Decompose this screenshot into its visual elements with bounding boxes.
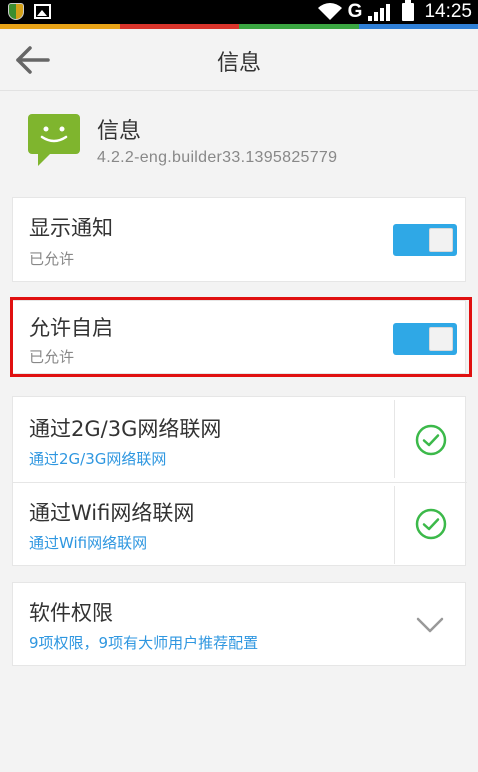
mobile-network-subtitle: 通过2G/3G网络联网 [29,450,167,468]
network-access-card: 通过2G/3G网络联网 通过2G/3G网络联网 通过Wifi网络联网 通过Wif… [12,396,467,567]
app-info: 信息 4.2.2-eng.builder33.1395825779 [0,92,478,188]
toggle-knob [429,228,453,252]
app-name: 信息 [97,119,142,144]
messaging-app-icon [28,114,80,166]
show-notification-status: 已允许 [29,250,75,268]
mobile-network-row[interactable]: 通过2G/3G网络联网 通过2G/3G网络联网 [13,397,467,482]
status-bar: G 14:25 [0,0,478,24]
wifi-network-row[interactable]: 通过Wifi网络联网 通过Wifi网络联网 [13,483,467,567]
show-notification-row[interactable]: 显示通知 已允许 [12,197,466,282]
wifi-network-subtitle: 通过Wifi网络联网 [29,534,148,552]
network-type-label: G [347,1,363,22]
status-time: 14:25 [424,1,472,22]
image-notification-icon [34,4,51,19]
wifi-icon [317,3,342,21]
software-permissions-row[interactable]: 软件权限 9项权限，9项有大师用户推荐配置 [12,582,466,666]
permissions-title: 软件权限 [29,601,113,625]
permissions-summary: 9项权限，9项有大师用户推荐配置 [29,634,259,652]
divider [394,486,395,564]
show-notification-toggle[interactable] [393,224,457,256]
wifi-network-title: 通过Wifi网络联网 [29,501,195,525]
app-version: 4.2.2-eng.builder33.1395825779 [97,149,338,166]
signal-strength-icon [368,3,391,21]
highlight-box [10,297,472,377]
wifi-network-check-icon[interactable] [415,508,447,540]
chevron-down-icon[interactable] [416,616,444,634]
show-notification-title: 显示通知 [29,216,113,240]
header: 信息 [0,29,478,91]
battery-icon [402,0,415,21]
divider [394,400,395,478]
page-title: 信息 [216,51,261,76]
mobile-network-check-icon[interactable] [415,424,447,456]
security-shield-icon [8,3,24,20]
mobile-network-title: 通过2G/3G网络联网 [29,417,222,441]
